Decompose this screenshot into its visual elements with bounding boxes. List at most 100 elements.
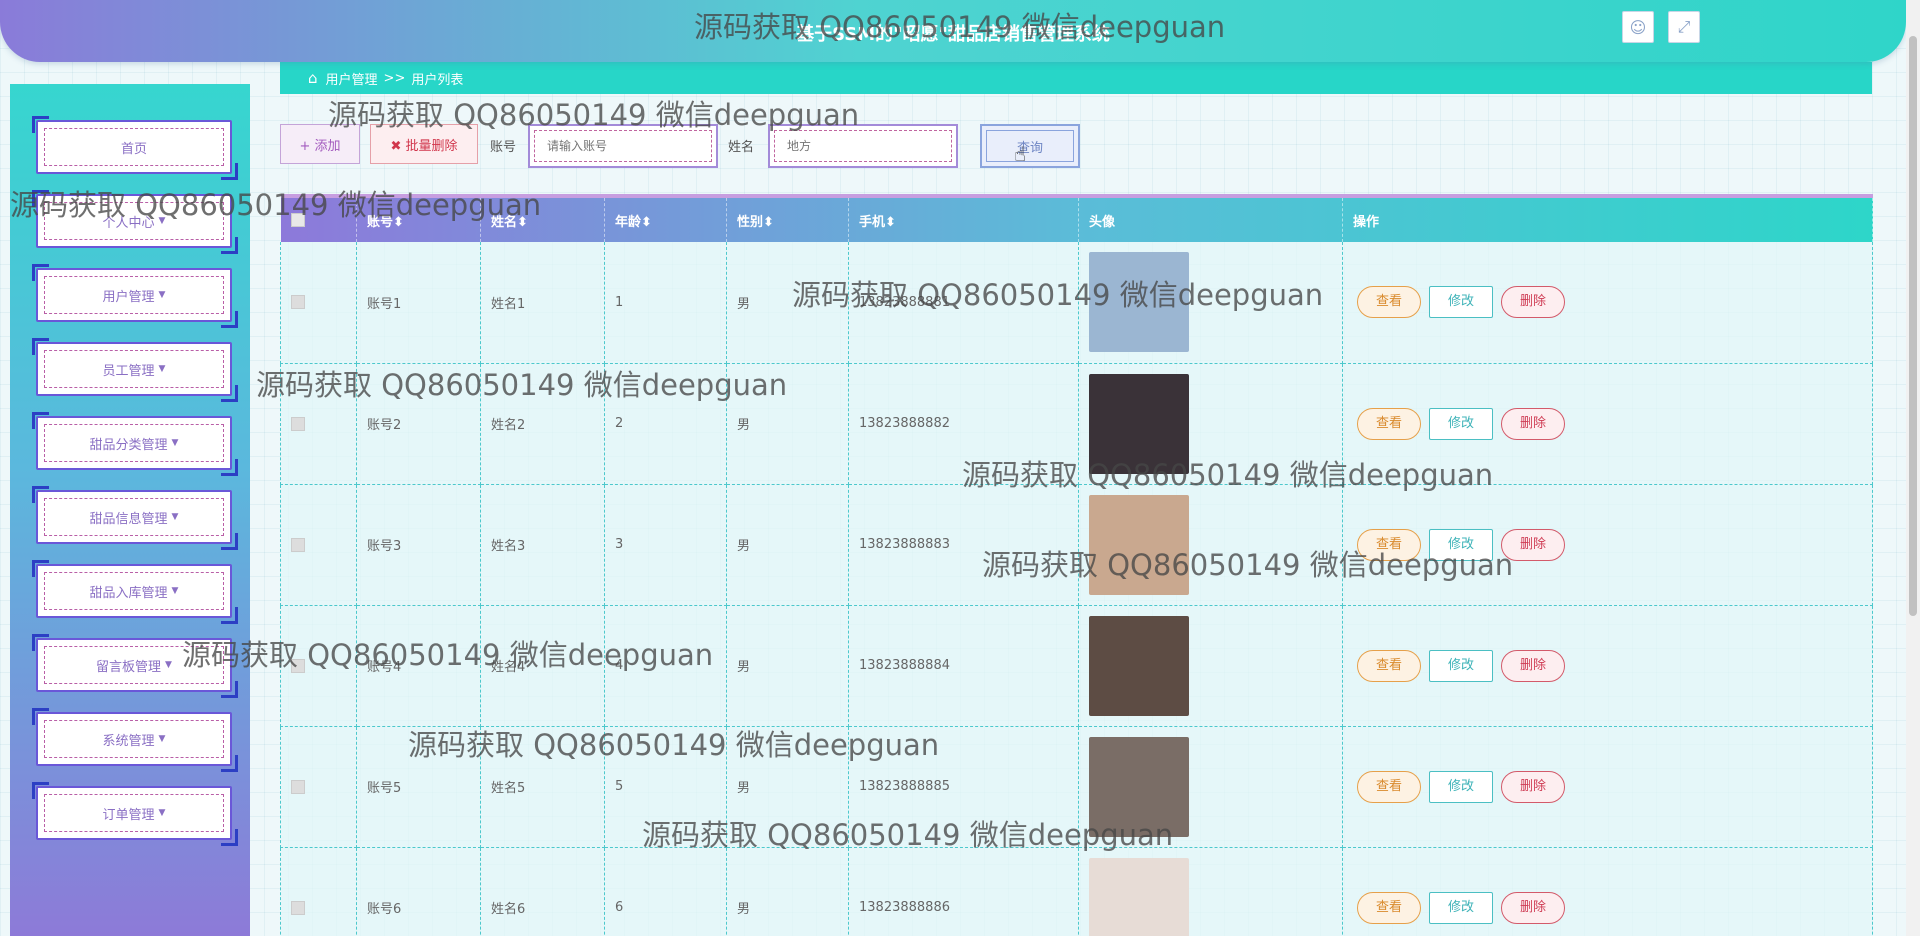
delete-button[interactable]: 删除	[1501, 286, 1565, 319]
add-button[interactable]: + 添加	[280, 124, 360, 164]
row-select-cell[interactable]	[280, 242, 357, 364]
table-row: 账号1 姓名1 1 男 13823888881 查看 修改 删除	[280, 242, 1873, 364]
avatar-image	[1089, 252, 1189, 353]
view-button[interactable]: 查看	[1357, 770, 1421, 803]
row-checkbox[interactable]	[291, 658, 305, 673]
header-name[interactable]: 姓名⬍	[480, 196, 605, 242]
row-select-cell[interactable]	[280, 484, 357, 606]
view-button[interactable]: 查看	[1357, 649, 1421, 682]
batch-delete-button[interactable]: ✖ 批量删除	[370, 124, 478, 164]
sidebar-item-label: 甜品信息管理	[89, 511, 168, 527]
sidebar-item-orders[interactable]: 订单管理 ▼	[32, 782, 238, 846]
header-gender[interactable]: 性别⬍	[726, 196, 849, 242]
caret-down-icon: ▼	[171, 512, 179, 522]
cell-actions: 查看 修改 删除	[1342, 242, 1873, 364]
page-scrollbar[interactable]	[1906, 0, 1920, 936]
delete-button[interactable]: 删除	[1501, 649, 1565, 682]
sidebar-item-label: 订单管理	[102, 807, 155, 823]
row-checkbox[interactable]	[291, 537, 305, 552]
view-button[interactable]: 查看	[1357, 528, 1421, 561]
caret-down-icon: ▼	[158, 808, 166, 818]
cell-phone: 13823888884	[848, 605, 1079, 727]
table-row: 账号3 姓名3 3 男 13823888883 查看 修改 删除	[280, 484, 1873, 606]
fullscreen-icon[interactable]: ⤢	[1668, 11, 1700, 43]
toolbar: + 添加 ✖ 批量删除 账号 姓名 查询	[280, 124, 1180, 168]
sidebar-item-staff-management[interactable]: 员工管理 ▼	[32, 338, 238, 402]
cell-gender: 男	[726, 726, 849, 848]
row-select-cell[interactable]	[280, 726, 357, 848]
avatar-image	[1089, 857, 1189, 936]
edit-button[interactable]: 修改	[1429, 528, 1493, 561]
cell-age: 1	[604, 242, 727, 364]
row-select-cell[interactable]	[280, 605, 357, 727]
breadcrumb-level1[interactable]: 用户管理	[326, 69, 378, 88]
sort-icon: ⬍	[393, 214, 404, 230]
caret-down-icon: ▼	[158, 734, 166, 744]
sidebar-item-message-board[interactable]: 留言板管理 ▼	[32, 634, 238, 698]
caret-down-icon: ▼	[158, 216, 166, 226]
sidebar-item-dessert-stock[interactable]: 甜品入库管理 ▼	[32, 560, 238, 624]
sidebar: 首页 个人中心 ▼ 用户管理 ▼ 员工管理 ▼ 甜品分类管理 ▼ 甜品信息管理 ▼ 甜品入…	[10, 84, 250, 936]
header-select-all[interactable]	[280, 196, 357, 242]
cell-account: 账号4	[356, 605, 481, 727]
cell-name: 姓名1	[480, 242, 605, 364]
search-button-label: 查询	[986, 130, 1074, 162]
row-checkbox[interactable]	[291, 295, 305, 310]
app-title: 基于SSM的"昭愿"甜品店销售管理系统	[796, 24, 1110, 45]
delete-button[interactable]: 删除	[1501, 770, 1565, 803]
account-search-input[interactable]	[534, 130, 712, 162]
caret-down-icon: ▼	[165, 660, 172, 670]
sort-icon: ⬍	[641, 214, 652, 230]
view-button[interactable]: 查看	[1357, 407, 1421, 440]
breadcrumb-level2: 用户列表	[411, 72, 464, 88]
table-header-row: 账号⬍ 姓名⬍ 年龄⬍ 性别⬍ 手机⬍ 头像 操作	[280, 196, 1873, 242]
cell-name: 姓名4	[480, 605, 605, 727]
table-row: 账号2 姓名2 2 男 13823888882 查看 修改 删除	[280, 363, 1873, 485]
view-button[interactable]: 查看	[1357, 286, 1421, 319]
header-account[interactable]: 账号⬍	[356, 196, 481, 242]
sidebar-item-user-management[interactable]: 用户管理 ▼	[32, 264, 238, 328]
sidebar-item-system[interactable]: 系统管理 ▼	[32, 708, 238, 772]
row-select-cell[interactable]	[280, 363, 357, 485]
sidebar-item-label: 甜品分类管理	[89, 437, 168, 453]
view-button[interactable]: 查看	[1357, 891, 1421, 924]
edit-button[interactable]: 修改	[1429, 286, 1493, 319]
avatar-image	[1089, 615, 1189, 716]
edit-button[interactable]: 修改	[1429, 407, 1493, 440]
header-avatar: 头像	[1078, 196, 1343, 242]
header-age[interactable]: 年龄⬍	[604, 196, 727, 242]
row-checkbox[interactable]	[291, 900, 305, 915]
delete-button[interactable]: 删除	[1501, 407, 1565, 440]
header-phone[interactable]: 手机⬍	[848, 196, 1079, 242]
edit-button[interactable]: 修改	[1429, 770, 1493, 803]
cell-gender: 男	[726, 605, 849, 727]
delete-button[interactable]: 删除	[1501, 891, 1565, 924]
edit-button[interactable]: 修改	[1429, 649, 1493, 682]
sidebar-item-dessert-category[interactable]: 甜品分类管理 ▼	[32, 412, 238, 476]
select-all-checkbox[interactable]	[290, 213, 305, 227]
edit-button[interactable]: 修改	[1429, 891, 1493, 924]
sidebar-item-personal-center[interactable]: 个人中心 ▼	[32, 190, 238, 254]
cell-phone: 13823888881	[848, 242, 1079, 364]
cell-actions: 查看 修改 删除	[1342, 847, 1873, 936]
user-icon[interactable]: ☺	[1622, 11, 1654, 43]
caret-down-icon: ▼	[158, 364, 166, 374]
cell-name: 姓名5	[480, 726, 605, 848]
row-checkbox[interactable]	[291, 779, 305, 794]
row-select-cell[interactable]	[280, 847, 357, 936]
search-button[interactable]: 查询	[980, 124, 1080, 168]
cell-gender: 男	[726, 847, 849, 936]
scroll-thumb[interactable]	[1909, 36, 1917, 616]
avatar-image	[1089, 736, 1189, 837]
row-checkbox[interactable]	[291, 416, 305, 431]
cell-avatar	[1078, 363, 1343, 485]
sidebar-item-home[interactable]: 首页	[32, 116, 238, 180]
pointer-cursor-icon: ☝	[1014, 142, 1027, 166]
name-search-input[interactable]	[774, 130, 952, 162]
home-icon[interactable]: ⌂	[308, 69, 318, 87]
delete-button[interactable]: 删除	[1501, 528, 1565, 561]
sidebar-item-dessert-info[interactable]: 甜品信息管理 ▼	[32, 486, 238, 550]
cell-name: 姓名6	[480, 847, 605, 936]
cell-gender: 男	[726, 242, 849, 364]
account-field-frame	[528, 124, 718, 168]
